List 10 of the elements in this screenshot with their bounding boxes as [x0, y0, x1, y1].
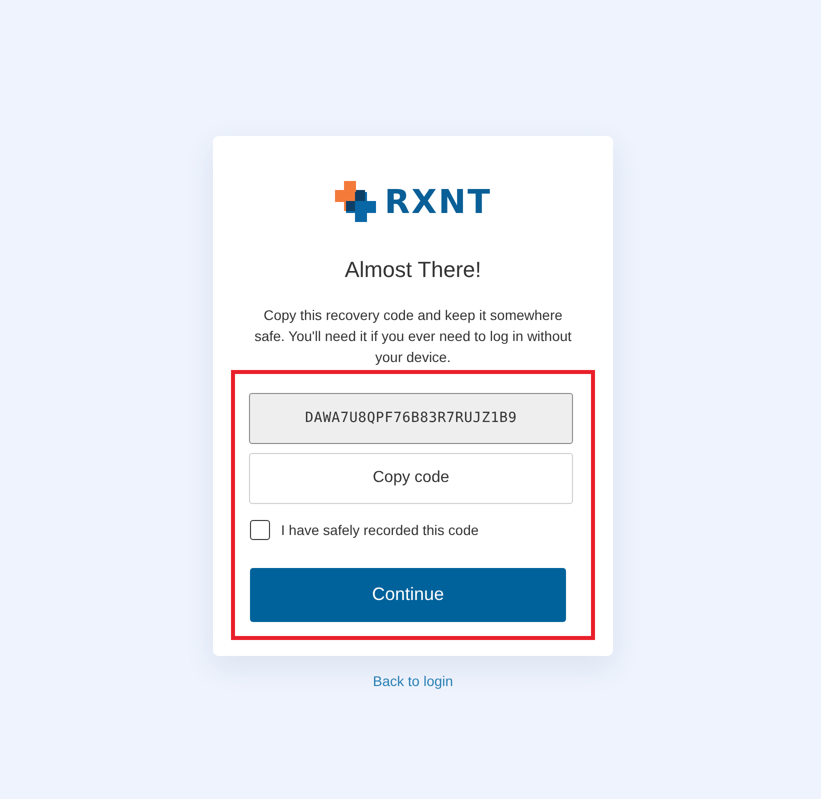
continue-button[interactable]: Continue	[250, 568, 566, 622]
page-title: Almost There!	[344, 256, 482, 284]
confirm-label[interactable]: I have safely recorded this code	[281, 520, 479, 541]
instructions-text: Copy this recovery code and keep it somewhere safe. You'll need it if you ever need to log in without your device.	[253, 306, 573, 367]
plus-logo-icon	[334, 180, 376, 222]
recovery-code-field[interactable]: DAWA7U8QPF76B83R7RUJZ1B9	[249, 392, 573, 444]
confirm-checkbox[interactable]	[250, 520, 270, 540]
back-to-login-link[interactable]: Back to login	[372, 670, 454, 692]
copy-code-button[interactable]: Copy code	[249, 452, 573, 504]
brand-name: RXNT	[384, 184, 492, 218]
